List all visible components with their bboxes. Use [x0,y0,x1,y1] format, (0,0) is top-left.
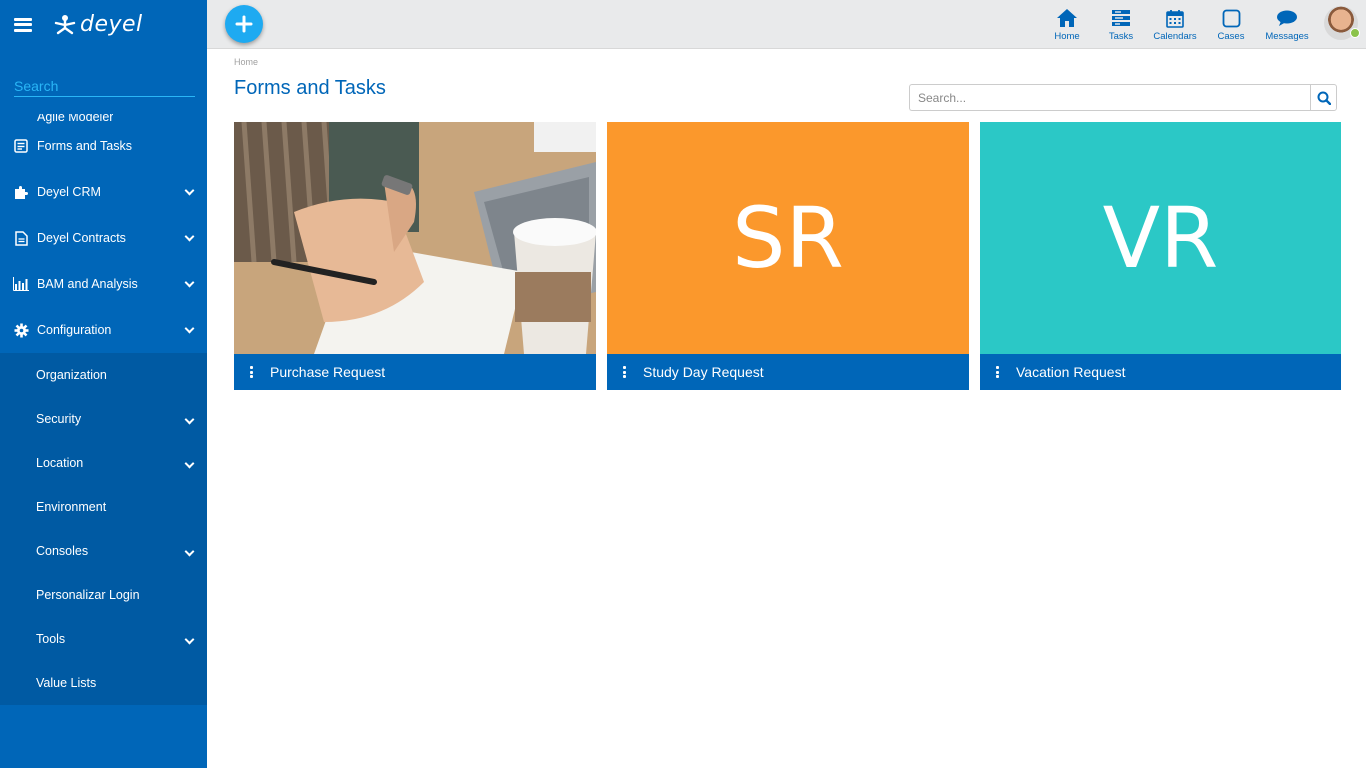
nav-label: Tasks [1108,31,1134,42]
page-title: Forms and Tasks [234,77,386,99]
sidebar-item-label: Deyel CRM [37,185,101,199]
card-footer: Study Day Request [607,354,969,390]
sidebar: deyel Agile Modeler Forms and Tasks Deye… [0,0,207,768]
nav-calendars[interactable]: Calendars [1148,0,1202,42]
configuration-submenu: Organization Security Location Environme… [0,353,207,705]
top-bar: Home Tasks Calendars Cases Messages [207,0,1366,49]
card-vacation-request[interactable]: VR Vacation Request [980,122,1341,390]
add-button[interactable] [225,5,263,43]
top-nav: Home Tasks Calendars Cases Messages [1040,0,1366,49]
chevron-down-icon[interactable] [184,277,195,288]
card-initials-tile: SR [607,122,969,354]
chevron-down-icon[interactable] [184,546,195,557]
sidebar-item-label: BAM and Analysis [37,277,138,291]
sidebar-search [0,49,207,123]
title-row: Forms and Tasks [234,67,1341,111]
sidebar-subitem-label: Environment [36,500,107,514]
more-options-icon[interactable] [623,366,627,378]
sidebar-item-label: Deyel Contracts [37,231,126,245]
breadcrumb[interactable]: Home [234,57,1341,67]
card-footer: Purchase Request [234,354,596,390]
sidebar-search-input[interactable] [14,77,195,94]
tasks-icon [1111,7,1131,29]
nav-tasks[interactable]: Tasks [1094,0,1148,42]
nav-label: Messages [1265,31,1309,42]
search-icon [1317,91,1331,105]
content-search-input[interactable] [909,84,1310,111]
chevron-down-icon[interactable] [184,185,195,196]
card-initials-tile: VR [980,122,1341,354]
nav-label: Home [1054,31,1080,42]
sidebar-subitem-label: Location [36,456,84,470]
card-label: Study Day Request [643,364,764,380]
more-options-icon[interactable] [250,366,254,378]
sidebar-subitem-tools[interactable]: Tools [0,617,207,661]
nav-label: Calendars [1153,31,1197,42]
sidebar-item-bam-and-analysis[interactable]: BAM and Analysis [0,261,207,307]
sidebar-menu: Forms and Tasks Deyel CRM Deyel Contract… [0,123,207,353]
cases-icon [1222,7,1241,29]
plus-icon [235,15,253,33]
deyel-logo[interactable]: deyel [52,12,143,37]
nav-label: Cases [1217,31,1245,42]
form-cards: Purchase Request SR Study Day Request VR… [234,122,1341,390]
card-initials: SR [732,189,844,287]
sidebar-item-configuration[interactable]: Configuration [0,307,207,353]
sidebar-item-deyel-contracts[interactable]: Deyel Contracts [0,215,207,261]
logo-mark-icon [54,14,76,34]
chat-icon [1276,7,1298,29]
sidebar-subitem-location[interactable]: Location [0,441,207,485]
search-button[interactable] [1310,84,1337,111]
card-initials: VR [1102,189,1219,287]
bar-chart-icon [13,276,29,292]
sidebar-subitem-label: Personalizar Login [36,588,140,602]
chevron-down-icon[interactable] [184,414,195,425]
nav-cases[interactable]: Cases [1202,0,1260,42]
document-icon [13,230,29,246]
puzzle-icon [13,184,29,200]
sidebar-item-deyel-crm[interactable]: Deyel CRM [0,169,207,215]
card-purchase-request[interactable]: Purchase Request [234,122,596,390]
main-content: Home Forms and Tasks Search... Purchase … [234,50,1341,390]
calendar-icon [1166,7,1184,29]
sidebar-subitem-label: Tools [36,632,66,646]
sidebar-subitem-label: Organization [36,368,107,382]
more-options-icon[interactable] [996,366,1000,378]
sidebar-subitem-label: Security [36,412,82,426]
card-label: Vacation Request [1016,364,1126,380]
sidebar-subitem-label: Consoles [36,544,89,558]
gear-icon [13,322,29,338]
chevron-down-icon[interactable] [184,231,195,242]
form-icon [13,138,29,154]
nav-messages[interactable]: Messages [1260,0,1314,42]
online-status-icon [1350,28,1360,38]
card-label: Purchase Request [270,364,386,380]
sidebar-subitem-personalizar-login[interactable]: Personalizar Login [0,573,207,617]
sidebar-subitem-environment[interactable]: Environment [0,485,207,529]
card-image [234,122,596,354]
sidebar-subitem-organization[interactable]: Organization [0,353,207,397]
sidebar-subitem-security[interactable]: Security [0,397,207,441]
desk-photo [234,122,596,354]
card-footer: Vacation Request [980,354,1341,390]
sidebar-item-label: Forms and Tasks [37,139,132,153]
sidebar-item-forms-and-tasks[interactable]: Forms and Tasks [0,123,207,169]
content-search [909,84,1337,111]
chevron-down-icon[interactable] [184,323,195,334]
home-icon [1056,7,1078,29]
sidebar-item-label: Configuration [37,323,112,337]
card-study-day-request[interactable]: SR Study Day Request [607,122,969,390]
hamburger-menu-icon[interactable] [14,17,32,32]
nav-home[interactable]: Home [1040,0,1094,42]
logo-text: deyel [80,12,143,37]
user-avatar[interactable] [1324,6,1360,40]
chevron-down-icon[interactable] [184,634,195,645]
sidebar-header: deyel [0,0,207,49]
sidebar-subitem-consoles[interactable]: Consoles [0,529,207,573]
chevron-down-icon[interactable] [184,458,195,469]
sidebar-subitem-value-lists[interactable]: Value Lists [0,661,207,705]
sidebar-subitem-label: Value Lists [36,676,97,690]
